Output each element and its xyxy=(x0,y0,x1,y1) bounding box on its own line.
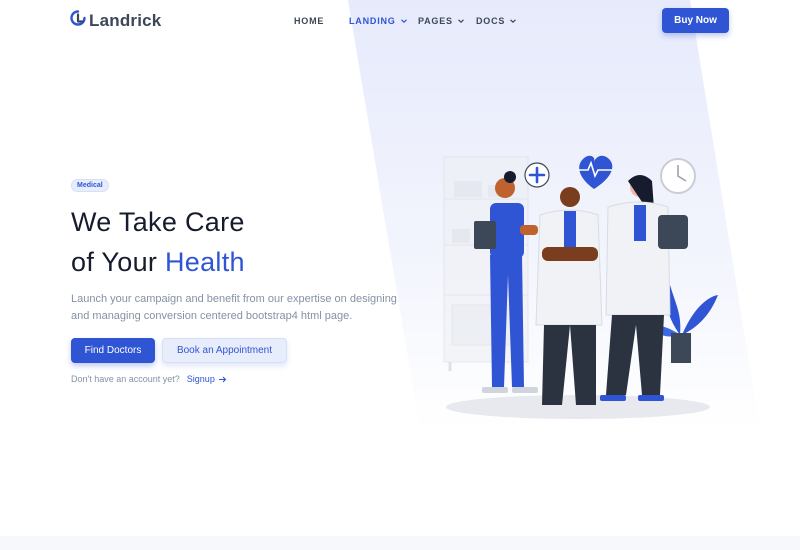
heartbeat-icon xyxy=(578,155,613,189)
signup-row: Don't have an account yet? Signup xyxy=(71,374,227,384)
brand-name: Landrick xyxy=(89,10,162,30)
hero-title: We Take Care of Your Health xyxy=(71,202,245,282)
hero-title-line2-prefix: of Your xyxy=(71,247,165,277)
nav-item-label: PAGES xyxy=(418,16,453,26)
chevron-down-icon xyxy=(400,19,407,24)
plus-bubble-icon xyxy=(524,162,550,188)
buy-now-button[interactable]: Buy Now xyxy=(662,8,729,33)
wall-clock-icon xyxy=(660,158,696,194)
chevron-down-icon xyxy=(510,19,517,24)
nav-item-docs[interactable]: DOCS xyxy=(476,16,517,26)
signup-prompt: Don't have an account yet? xyxy=(71,374,180,384)
doctors-illustration xyxy=(443,155,718,419)
main-nav: HOME LANDING PAGES DOCS xyxy=(294,16,517,26)
doctor-female-figure xyxy=(600,175,688,401)
signup-link-label: Signup xyxy=(186,374,215,384)
nav-item-home[interactable]: HOME xyxy=(294,16,349,26)
nav-item-pages[interactable]: PAGES xyxy=(418,16,476,26)
doctor-male-figure xyxy=(535,187,603,405)
find-doctors-button[interactable]: Find Doctors xyxy=(71,338,155,363)
nav-item-landing[interactable]: LANDING xyxy=(349,16,418,26)
hero-title-line1: We Take Care xyxy=(71,207,245,237)
signup-link[interactable]: Signup xyxy=(187,374,227,384)
nav-item-label: LANDING xyxy=(349,16,396,26)
top-navbar: Landrick HOME LANDING PAGES DOCS Buy Now xyxy=(0,0,800,42)
brand-logo[interactable]: Landrick xyxy=(70,10,161,31)
hero-description: Launch your campaign and benefit from ou… xyxy=(71,293,397,322)
book-appointment-button[interactable]: Book an Appointment xyxy=(162,338,287,363)
chevron-down-icon xyxy=(457,19,464,24)
nav-item-label: DOCS xyxy=(476,16,506,26)
arrow-right-icon xyxy=(218,376,227,382)
nav-item-label: HOME xyxy=(294,16,325,26)
landrick-logo-icon xyxy=(70,10,86,31)
section-divider xyxy=(0,536,800,550)
category-badge: Medical xyxy=(71,179,109,192)
hero-title-accent: Health xyxy=(165,247,245,277)
